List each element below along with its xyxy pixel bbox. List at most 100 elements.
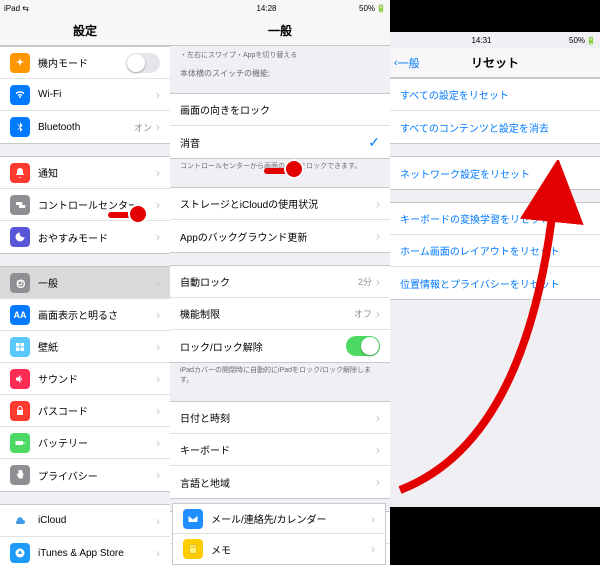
row-resetnet[interactable]: ネットワーク設定をリセット	[390, 157, 600, 189]
row-bluetooth[interactable]: Bluetoothオン›	[0, 111, 170, 143]
row-label: すべてのコンテンツと設定を消去	[400, 120, 590, 135]
row-label: 機内モード	[38, 55, 126, 70]
reset-scroll[interactable]: すべての設定をリセットすべてのコンテンツと設定を消去ネットワーク設定をリセットキ…	[390, 78, 600, 507]
row-label: ネットワーク設定をリセット	[400, 166, 590, 181]
chevron-icon: ›	[156, 276, 160, 290]
row-label: キーボード	[180, 442, 376, 457]
row-label: メモ	[211, 542, 371, 557]
row-resetall[interactable]: すべての設定をリセット	[390, 79, 600, 111]
row-orient[interactable]: 画面の向きをロック	[170, 94, 390, 126]
swipe-note: ・左右にスワイプ・Appを切り替える	[170, 46, 390, 64]
row-resethome[interactable]: ホーム画面のレイアウトをリセット	[390, 235, 600, 267]
row-mute[interactable]: 消音✓	[170, 126, 390, 158]
row-wallpaper[interactable]: 壁紙›	[0, 331, 170, 363]
group: iCloud›iTunes & App Store›	[0, 504, 170, 565]
group: 画面の向きをロック消音✓	[170, 93, 390, 159]
group: 機内モード Wi-Fi›Bluetoothオン›	[0, 46, 170, 144]
row-resetkbd[interactable]: キーボードの変換学習をリセット	[390, 203, 600, 235]
row-label: プライバシー	[38, 468, 156, 483]
row-passcode[interactable]: パスコード›	[0, 395, 170, 427]
annotation-badge-undefined	[128, 204, 148, 224]
row-dnd[interactable]: おやすみモード›	[0, 221, 170, 253]
row-label: iCloud	[38, 515, 156, 526]
chevron-icon: ›	[156, 546, 160, 560]
back-button[interactable]: ‹ 一般	[394, 55, 420, 71]
row-label: 画面の向きをロック	[180, 102, 380, 117]
annotation-badge-undefined	[284, 159, 304, 179]
chevron-icon: ›	[156, 372, 160, 386]
chevron-icon: ›	[156, 468, 160, 482]
row-wifi[interactable]: Wi-Fi›	[0, 79, 170, 111]
group: 日付と時刻›キーボード›言語と地域›	[170, 401, 390, 499]
chevron-icon: ›	[376, 197, 380, 211]
gear-icon	[10, 273, 30, 293]
chevron-icon: ›	[376, 411, 380, 425]
toggle[interactable]	[126, 53, 160, 73]
row-itunes[interactable]: iTunes & App Store›	[0, 537, 170, 565]
row-label: ホーム画面のレイアウトをリセット	[400, 243, 590, 258]
time-label: 14:28	[256, 4, 276, 13]
group: ネットワーク設定をリセット	[390, 156, 600, 190]
row-value: オン	[134, 121, 152, 134]
status-bar: iPad ⇆	[0, 0, 170, 16]
row-label: メール/連絡先/カレンダー	[211, 511, 371, 526]
chevron-icon: ›	[156, 340, 160, 354]
airplane-icon	[10, 53, 30, 73]
row-display[interactable]: AA 画面表示と明るさ›	[0, 299, 170, 331]
row-label: キーボードの変換学習をリセット	[400, 211, 590, 226]
row-lockunlock[interactable]: ロック/ロック解除	[170, 330, 390, 362]
chevron-icon: ›	[376, 275, 380, 289]
row-datetime[interactable]: 日付と時刻›	[170, 402, 390, 434]
display-icon: AA	[10, 305, 30, 325]
row-storage[interactable]: ストレージとiCloudの使用状況›	[170, 188, 390, 220]
row-erase[interactable]: すべてのコンテンツと設定を消去	[390, 111, 600, 143]
lock-icon	[10, 401, 30, 421]
reset-panel: 14:31 50%🔋 ‹ 一般 リセット すべての設定をリセットすべてのコンテン…	[390, 32, 600, 507]
row-sounds[interactable]: サウンド›	[0, 363, 170, 395]
speaker-icon	[10, 369, 30, 389]
row-label: iTunes & App Store	[38, 548, 156, 559]
general-panel: 14:28 50%🔋 一般 ・左右にスワイプ・Appを切り替える本体横のスイッチ…	[170, 0, 390, 565]
row-label: 日付と時刻	[180, 410, 376, 425]
row-icloud[interactable]: iCloud›	[0, 505, 170, 537]
row-airplane[interactable]: 機内モード	[0, 47, 170, 79]
row-label: 位置情報とプライバシーをリセット	[400, 276, 590, 291]
row-pmemo[interactable]: メモ›	[173, 534, 385, 564]
row-notif[interactable]: 通知›	[0, 157, 170, 189]
toggle[interactable]	[346, 336, 380, 356]
row-label: 通知	[38, 165, 156, 180]
group: 一般›AA画面表示と明るさ›壁紙›サウンド›パスコード›バッテリー›プライバシー…	[0, 266, 170, 492]
row-keyboard[interactable]: キーボード›	[170, 434, 390, 466]
row-resetloc[interactable]: 位置情報とプライバシーをリセット	[390, 267, 600, 299]
row-bgapp[interactable]: Appのバックグラウンド更新›	[170, 220, 390, 252]
navbar: ‹ 一般 リセット	[390, 48, 600, 78]
general-scroll[interactable]: ・左右にスワイプ・Appを切り替える本体横のスイッチの機能:画面の向きをロック消…	[170, 46, 390, 565]
moon-icon	[10, 227, 30, 247]
check-icon: ✓	[368, 134, 380, 151]
row-pmail[interactable]: メール/連絡先/カレンダー›	[173, 504, 385, 534]
group: すべての設定をリセットすべてのコンテンツと設定を消去	[390, 78, 600, 144]
row-restrict[interactable]: 機能制限オフ›	[170, 298, 390, 330]
row-label: Appのバックグラウンド更新	[180, 229, 376, 244]
group: キーボードの変換学習をリセットホーム画面のレイアウトをリセット位置情報とプライバ…	[390, 202, 600, 300]
note-icon	[183, 539, 203, 559]
chevron-icon: ›	[371, 512, 375, 526]
row-label: バッテリー	[38, 435, 156, 450]
sidebar-scroll[interactable]: 機内モードWi-Fi›Bluetoothオン›通知›コントロールセンター›おやす…	[0, 46, 170, 565]
row-general[interactable]: 一般›	[0, 267, 170, 299]
row-value: 2分	[358, 275, 372, 288]
bluetooth-icon	[10, 117, 30, 137]
status-bar: 14:31 50%🔋	[390, 32, 600, 48]
row-lang[interactable]: 言語と地域›	[170, 466, 390, 498]
chevron-icon: ›	[156, 436, 160, 450]
page-title: 一般	[268, 22, 292, 39]
row-battery[interactable]: バッテリー›	[0, 427, 170, 459]
chevron-icon: ›	[156, 308, 160, 322]
row-label: 画面表示と明るさ	[38, 307, 156, 322]
row-autolock[interactable]: 自動ロック2分›	[170, 266, 390, 298]
chevron-icon: ›	[156, 198, 160, 212]
row-privacy[interactable]: プライバシー›	[0, 459, 170, 491]
group-footer: iPadカバーの開閉時に自動的にiPadをロック/ロック解除します。	[170, 363, 390, 389]
row-label: 消音	[180, 135, 368, 150]
navbar: 一般	[170, 16, 390, 46]
